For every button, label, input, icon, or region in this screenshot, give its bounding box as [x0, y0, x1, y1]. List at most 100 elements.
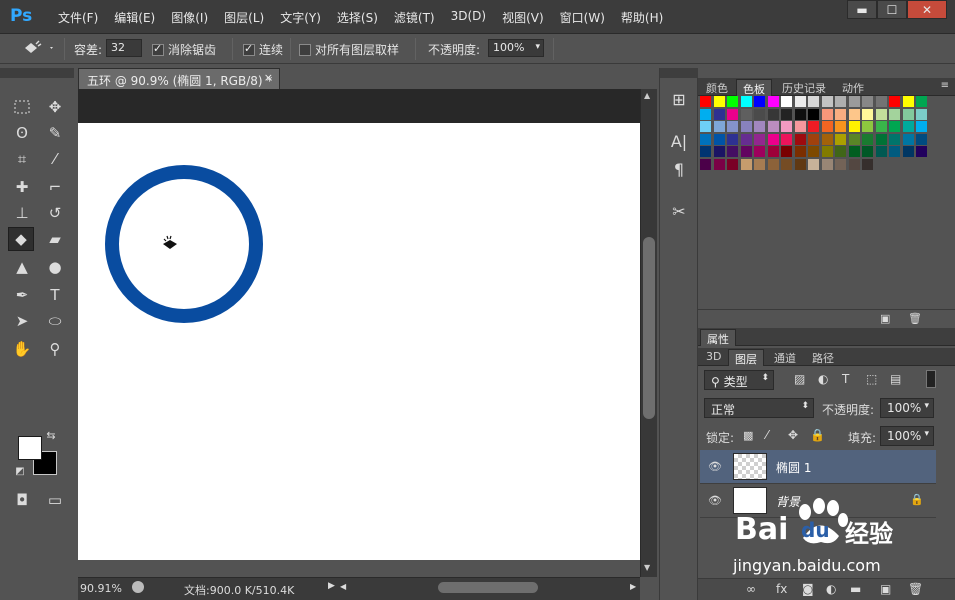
color-swatch[interactable]	[700, 96, 711, 107]
color-swatch[interactable]	[808, 121, 819, 132]
menu-image[interactable]: 图像(I)	[163, 9, 216, 26]
color-swatch[interactable]	[754, 133, 765, 145]
color-swatch[interactable]	[821, 121, 833, 132]
lock-brush-icon[interactable]: ⁄	[766, 428, 768, 442]
tab-swatches[interactable]: 色板	[736, 79, 772, 96]
color-swatch[interactable]	[794, 133, 806, 145]
move-tool-icon[interactable]: ✥	[42, 95, 68, 119]
color-swatch[interactable]	[862, 146, 873, 157]
color-swatch[interactable]	[875, 146, 887, 157]
color-swatch[interactable]	[713, 133, 725, 145]
close-tab-icon[interactable]: ×	[264, 71, 273, 84]
zoom-tool-icon[interactable]: ⚲	[42, 337, 68, 361]
color-swatch[interactable]	[794, 158, 806, 170]
filter-pixel-icon[interactable]: ▨	[794, 372, 805, 386]
color-swatch[interactable]	[835, 133, 846, 145]
color-swatch[interactable]	[767, 108, 779, 120]
color-swatch[interactable]	[767, 121, 779, 132]
color-swatch[interactable]	[740, 108, 752, 120]
paragraph-panel-icon[interactable]: ¶	[667, 160, 691, 182]
filter-toggle[interactable]	[926, 370, 936, 388]
color-swatch[interactable]	[902, 146, 914, 157]
crop-tool-icon[interactable]: ⌗	[9, 147, 35, 171]
color-swatch[interactable]	[848, 133, 860, 145]
vertical-scroll-thumb[interactable]	[643, 237, 655, 419]
color-swatch[interactable]	[727, 121, 738, 132]
tab-paths[interactable]: 路径	[806, 349, 840, 366]
color-swatch[interactable]	[835, 96, 846, 107]
path-select-icon[interactable]: ➤	[9, 309, 35, 333]
menu-edit[interactable]: 编辑(E)	[106, 9, 163, 26]
color-swatch[interactable]	[740, 158, 752, 170]
color-swatch[interactable]	[794, 121, 806, 132]
character-panel-icon[interactable]: A|	[667, 132, 691, 154]
color-swatch[interactable]	[700, 158, 711, 170]
color-swatch[interactable]	[740, 121, 752, 132]
tool-preset-picker[interactable]	[22, 39, 56, 60]
layer-row-ellipse[interactable]: 👁 椭圆 1	[700, 450, 936, 484]
type-tool-icon[interactable]: T	[42, 283, 68, 307]
adjustment-layer-icon[interactable]: ◐	[826, 582, 836, 596]
filter-adjustment-icon[interactable]: ◐	[818, 372, 828, 386]
scroll-up-icon[interactable]: ▲	[644, 91, 650, 100]
panel-menu-icon[interactable]: ≡	[941, 80, 949, 91]
color-swatch[interactable]	[794, 146, 806, 157]
horizontal-scroll-thumb[interactable]	[438, 582, 538, 593]
color-swatch[interactable]	[781, 158, 792, 170]
color-swatch[interactable]	[808, 96, 819, 107]
color-swatch[interactable]	[821, 146, 833, 157]
color-swatch[interactable]	[875, 108, 887, 120]
color-swatch[interactable]	[713, 108, 725, 120]
color-swatch[interactable]	[754, 108, 765, 120]
color-swatch[interactable]	[781, 146, 792, 157]
color-swatch[interactable]	[727, 96, 738, 107]
dodge-tool-icon[interactable]: ●	[42, 255, 68, 279]
status-info-icon[interactable]	[132, 581, 144, 593]
menu-view[interactable]: 视图(V)	[494, 9, 552, 26]
fx-icon[interactable]: fx	[776, 582, 787, 596]
healing-brush-icon[interactable]: ✚	[9, 175, 35, 199]
color-swatch[interactable]	[821, 108, 833, 120]
color-swatch[interactable]	[916, 133, 927, 145]
color-swatch[interactable]	[902, 133, 914, 145]
color-swatch[interactable]	[700, 133, 711, 145]
color-swatch[interactable]	[848, 158, 860, 170]
close-button[interactable]: ✕	[907, 0, 947, 19]
link-layers-icon[interactable]: ∞	[746, 582, 756, 596]
color-swatch[interactable]	[821, 96, 833, 107]
color-swatch[interactable]	[848, 108, 860, 120]
color-swatch[interactable]	[916, 96, 927, 107]
color-swatch[interactable]	[781, 108, 792, 120]
tab-properties[interactable]: 属性	[700, 329, 736, 346]
color-swatch[interactable]	[875, 133, 887, 145]
clone-stamp-icon[interactable]: ⊥	[9, 201, 35, 225]
color-swatch[interactable]	[902, 121, 914, 132]
color-swatch[interactable]	[808, 108, 819, 120]
menu-help[interactable]: 帮助(H)	[613, 9, 671, 26]
color-swatch[interactable]	[754, 96, 765, 107]
color-swatch[interactable]	[835, 158, 846, 170]
opacity-field[interactable]: 100% ▾	[488, 39, 544, 57]
color-swatch[interactable]	[862, 133, 873, 145]
color-swatch[interactable]	[875, 96, 887, 107]
color-swatch[interactable]	[713, 96, 725, 107]
color-swatch[interactable]	[700, 146, 711, 157]
scroll-left-icon[interactable]: ◀	[340, 582, 346, 591]
menu-3d[interactable]: 3D(D)	[443, 9, 494, 26]
scroll-right-icon[interactable]: ▶	[630, 582, 636, 591]
tab-layers[interactable]: 图层	[728, 349, 764, 366]
color-swatch[interactable]	[740, 96, 752, 107]
menu-window[interactable]: 窗口(W)	[552, 9, 613, 26]
color-swatch[interactable]	[889, 108, 900, 120]
maximize-button[interactable]: ☐	[877, 0, 907, 19]
pen-tool-icon[interactable]: ✒	[9, 283, 35, 307]
color-swatch[interactable]	[835, 146, 846, 157]
paint-bucket-tool-icon[interactable]: ◆	[8, 227, 34, 251]
lock-pixels-icon[interactable]: ▩	[743, 429, 753, 442]
color-swatch[interactable]	[835, 108, 846, 120]
color-swatch[interactable]	[727, 133, 738, 145]
menu-select[interactable]: 选择(S)	[329, 9, 386, 26]
tab-color[interactable]: 颜色	[700, 79, 734, 96]
color-swatch[interactable]	[767, 158, 779, 170]
color-swatch[interactable]	[781, 121, 792, 132]
